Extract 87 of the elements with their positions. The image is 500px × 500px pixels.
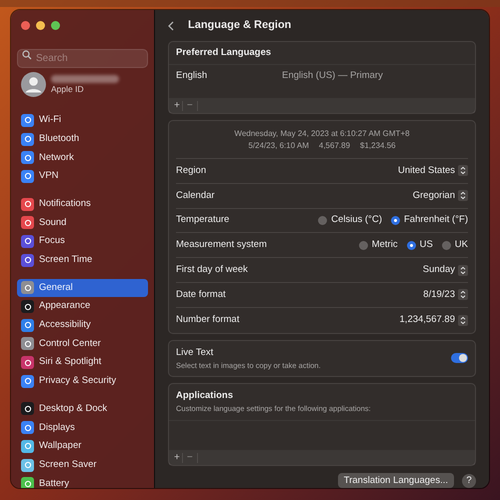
- sidebar-item[interactable]: General: [17, 278, 148, 298]
- sidebar-item[interactable]: Desktop & Dock: [17, 400, 148, 418]
- section-title: Live Text: [176, 346, 214, 360]
- settings-icon: [21, 374, 34, 388]
- settings-icon: [21, 170, 34, 183]
- stepper-icon: [458, 190, 468, 202]
- section-title: Applications: [176, 389, 234, 404]
- sidebar-item[interactable]: Focus: [17, 232, 148, 251]
- settings-icon: [21, 151, 34, 164]
- format-preview-date: Wednesday, May 24, 2023 at 6:10:27 AM GMT+8: [233, 128, 411, 140]
- settings-icon: [21, 402, 34, 416]
- sidebar-item[interactable]: Screen Time: [17, 250, 148, 270]
- popup-button[interactable]: 1,234,567.89: [400, 313, 468, 328]
- sidebar-item[interactable]: Siri & Spotlight: [17, 353, 148, 372]
- sidebar-item[interactable]: Screen Saver: [17, 456, 148, 474]
- page-title: Language & Region: [188, 18, 292, 34]
- format-preview-value: 4,567.89: [318, 140, 350, 152]
- stepper-icon: [458, 314, 468, 326]
- setting-label: First day of week: [176, 262, 248, 277]
- language-row[interactable]: English English (US) — Primary: [169, 65, 475, 86]
- settings-icon: [21, 198, 34, 211]
- settings-icon: [21, 234, 34, 248]
- settings-icon: [21, 458, 34, 472]
- setting-label: Region: [176, 164, 206, 178]
- setting-label: Date format: [176, 288, 226, 302]
- sidebar-item[interactable]: Appearance: [17, 297, 148, 316]
- setting-label: Number format: [176, 313, 240, 328]
- sidebar-item[interactable]: Privacy & Security: [17, 372, 148, 391]
- translation-languages-button[interactable]: Translation Languages...: [338, 473, 454, 488]
- settings-icon: [21, 254, 34, 267]
- close-button[interactable]: [21, 21, 30, 30]
- settings-icon: [21, 421, 34, 434]
- minimize-button[interactable]: [36, 21, 45, 30]
- radio-button[interactable]: [442, 240, 451, 250]
- settings-icon: [21, 477, 34, 488]
- radio-button[interactable]: [358, 240, 368, 250]
- section-title: Preferred Languages: [176, 46, 272, 60]
- toggle-switch[interactable]: [451, 353, 468, 364]
- radio-button[interactable]: [406, 240, 416, 250]
- sidebar-item[interactable]: Control Center: [17, 334, 148, 354]
- settings-icon: [21, 440, 34, 453]
- popup-button[interactable]: 8/19/23: [423, 288, 468, 302]
- blurred-name: [51, 75, 119, 84]
- avatar-icon: [21, 72, 46, 97]
- radio-option[interactable]: Fahrenheit (°F): [391, 213, 468, 228]
- settings-icon: [21, 216, 34, 230]
- popup-button[interactable]: Sunday: [422, 262, 468, 278]
- radio-button[interactable]: [391, 216, 400, 226]
- settings-icon: [21, 300, 34, 314]
- settings-icon: [21, 114, 34, 127]
- format-preview-value: 5/24/23, 6:10 AM: [248, 140, 309, 152]
- settings-icon: [21, 318, 34, 332]
- add-button[interactable]: +: [172, 452, 183, 462]
- sidebar-item[interactable]: Battery: [17, 474, 148, 488]
- add-button[interactable]: +: [172, 100, 183, 111]
- popup-button[interactable]: Gregorian: [412, 188, 468, 203]
- sidebar-item[interactable]: Network: [17, 148, 148, 168]
- setting-label: Calendar: [176, 188, 215, 203]
- radio-option[interactable]: Metric: [358, 238, 398, 252]
- sidebar-item[interactable]: Sound: [17, 213, 148, 232]
- stepper-icon: [458, 165, 468, 176]
- sidebar-item[interactable]: Displays: [17, 418, 148, 437]
- search-icon: [22, 50, 32, 60]
- radio-option[interactable]: UK: [442, 238, 468, 252]
- sidebar-item[interactable]: Notifications: [17, 194, 148, 214]
- sidebar-item[interactable]: Wallpaper: [17, 437, 148, 456]
- sidebar-item[interactable]: Bluetooth: [17, 130, 148, 148]
- radio-button[interactable]: [318, 216, 328, 226]
- account-subtitle: Apple ID: [51, 85, 85, 94]
- settings-icon: [21, 337, 34, 350]
- radio-option[interactable]: Celsius (°C): [318, 213, 382, 228]
- settings-icon: [21, 356, 34, 370]
- sidebar-item[interactable]: Wi-Fi: [17, 111, 148, 130]
- format-preview-value: $1,234.56: [360, 140, 396, 152]
- popup-button[interactable]: United States: [398, 164, 468, 178]
- help-button[interactable]: ?: [462, 474, 476, 488]
- zoom-button[interactable]: [51, 21, 60, 30]
- stepper-icon: [458, 264, 468, 276]
- settings-icon: [21, 132, 34, 146]
- setting-label: Temperature: [176, 213, 230, 228]
- sidebar-item[interactable]: Accessibility: [17, 316, 148, 335]
- back-icon[interactable]: [168, 20, 174, 31]
- stepper-icon: [458, 289, 468, 300]
- setting-label: Measurement system: [176, 238, 267, 252]
- settings-icon: [21, 281, 34, 294]
- radio-option[interactable]: US: [406, 238, 433, 252]
- sidebar-item[interactable]: VPN: [17, 167, 148, 186]
